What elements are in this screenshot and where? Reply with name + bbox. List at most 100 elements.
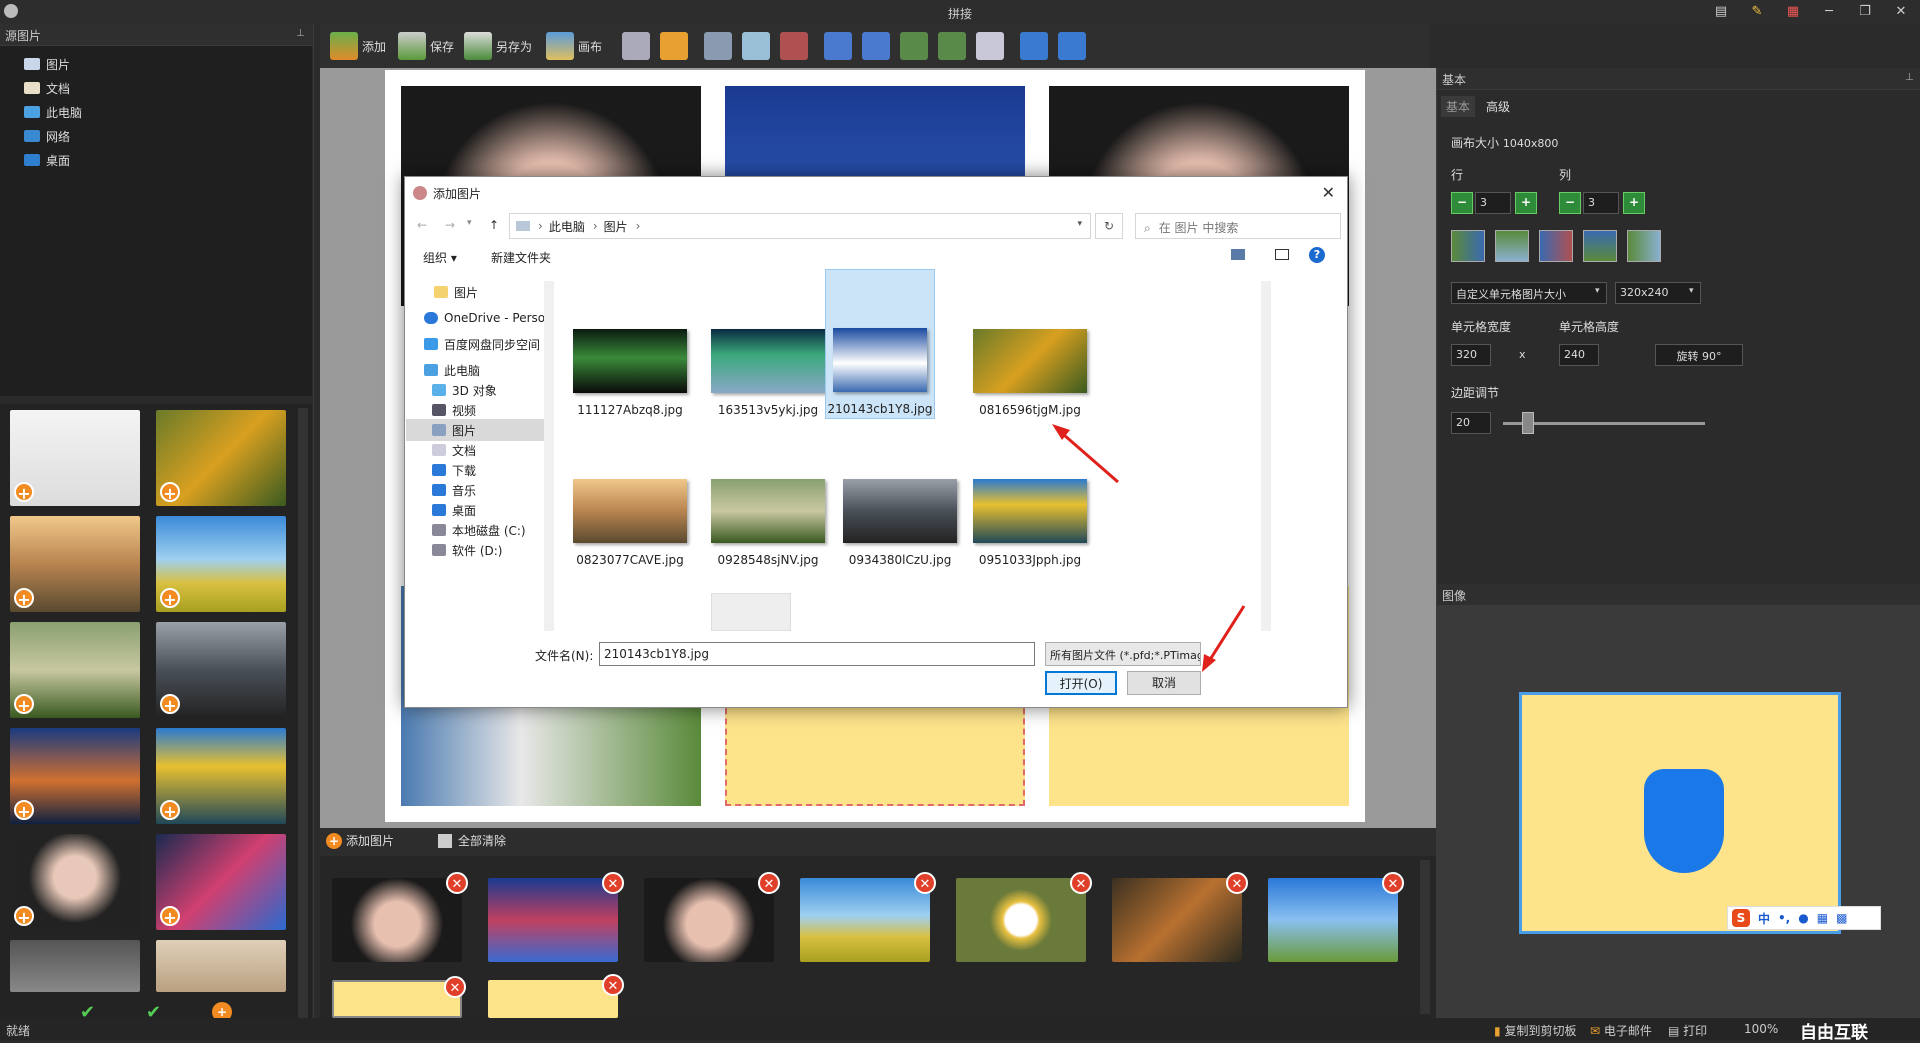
- remove-icon[interactable]: ✕: [444, 976, 466, 998]
- add-icon[interactable]: +: [160, 694, 180, 715]
- tree-item-documents[interactable]: 文档: [24, 78, 70, 98]
- rows-input[interactable]: 3: [1475, 192, 1511, 214]
- add-image-button[interactable]: + 添加图片: [326, 832, 394, 849]
- file-item[interactable]: 0816596tjgM.jpg: [963, 281, 1097, 421]
- strip-thumb[interactable]: ✕: [1112, 872, 1248, 962]
- add-icon[interactable]: +: [14, 906, 34, 927]
- file-scrollbar[interactable]: [1261, 281, 1271, 631]
- layout-preset-5[interactable]: [1627, 230, 1661, 262]
- source-thumb[interactable]: [156, 940, 286, 992]
- cols-minus-button[interactable]: −: [1559, 192, 1581, 214]
- clear-all-button[interactable]: 全部清除: [438, 832, 506, 849]
- help-icon[interactable]: ?: [1309, 247, 1325, 263]
- print-icon[interactable]: [622, 32, 650, 60]
- file-item[interactable]: 163513v5ykj.jpg: [701, 281, 835, 421]
- nav-item-selected[interactable]: 图片: [406, 419, 544, 441]
- add-icon[interactable]: +: [14, 800, 34, 821]
- save-as-button[interactable]: 另存为: [464, 28, 532, 64]
- strip-scrollbar[interactable]: [1420, 860, 1430, 1014]
- cut-icon[interactable]: [704, 32, 732, 60]
- strip-thumb-selected[interactable]: ✕: [332, 976, 466, 1018]
- cols-input[interactable]: 3: [1583, 192, 1619, 214]
- add-icon[interactable]: +: [14, 588, 34, 609]
- minimize-button[interactable]: ─: [1814, 2, 1844, 22]
- chevron-down-icon[interactable]: ▾: [1077, 219, 1082, 229]
- address-bar[interactable]: › 此电脑 › 图片 › ▾: [509, 213, 1091, 239]
- forward-icon[interactable]: →: [445, 218, 455, 232]
- rows-minus-button[interactable]: −: [1451, 192, 1473, 214]
- filetype-select[interactable]: 所有图片文件 (*.pfd;*.PTimag: [1045, 642, 1201, 666]
- file-item[interactable]: 0823077CAVE.jpg: [563, 431, 697, 571]
- source-thumb[interactable]: +: [156, 622, 286, 718]
- pen-icon[interactable]: ✎: [1742, 2, 1772, 22]
- zoom-out-icon[interactable]: [1058, 32, 1086, 60]
- tree-item-this-pc[interactable]: 此电脑: [24, 102, 82, 122]
- file-item[interactable]: 111127Abzq8.jpg: [563, 281, 697, 421]
- nav-item[interactable]: 此电脑: [424, 359, 560, 381]
- add-icon[interactable]: +: [160, 800, 180, 821]
- file-thumbnail-partial[interactable]: [711, 593, 791, 631]
- strip-thumb[interactable]: ✕: [956, 872, 1092, 962]
- breadcrumb-pc[interactable]: 此电脑: [549, 218, 585, 235]
- remove-icon[interactable]: ✕: [1226, 872, 1248, 894]
- cols-plus-button[interactable]: +: [1623, 192, 1645, 214]
- file-item[interactable]: 0928548sjNV.jpg: [701, 431, 835, 571]
- email-button[interactable]: ✉ 电子邮件: [1590, 1022, 1652, 1039]
- maximize-button[interactable]: ❐: [1850, 2, 1880, 22]
- remove-icon[interactable]: ✕: [602, 872, 624, 894]
- strip-thumb[interactable]: ✕: [644, 872, 780, 962]
- dialog-close-icon[interactable]: ✕: [1322, 183, 1335, 202]
- nav-item[interactable]: OneDrive - Perso: [424, 307, 560, 329]
- layout-preset-1[interactable]: [1451, 230, 1485, 262]
- flip-horizontal-icon[interactable]: [824, 32, 852, 60]
- remove-icon[interactable]: ✕: [446, 872, 468, 894]
- strip-thumb[interactable]: ✕: [488, 974, 624, 1018]
- canvas-button[interactable]: 画布: [546, 28, 602, 64]
- add-icon[interactable]: +: [160, 906, 180, 927]
- source-thumb[interactable]: +: [10, 622, 140, 718]
- fit-icon[interactable]: [976, 32, 1004, 60]
- file-item[interactable]: 0951033Jpph.jpg: [963, 431, 1097, 571]
- layout-icon[interactable]: ▤: [1706, 2, 1736, 22]
- pin-icon[interactable]: ⊥: [1905, 72, 1914, 83]
- add-icon[interactable]: +: [160, 588, 180, 609]
- palette-icon[interactable]: ▦: [1778, 2, 1808, 22]
- close-button[interactable]: ✕: [1886, 2, 1916, 22]
- source-thumb[interactable]: +: [10, 516, 140, 612]
- file-item[interactable]: 0934380lCzU.jpg: [833, 431, 967, 571]
- cell-height-input[interactable]: 240: [1559, 344, 1599, 366]
- layout-preset-2[interactable]: [1495, 230, 1529, 262]
- print-button[interactable]: ▤ 打印: [1668, 1022, 1707, 1039]
- search-input[interactable]: ⌕ 在 图片 中搜索: [1135, 213, 1341, 239]
- tree-item-pictures[interactable]: 图片: [24, 54, 70, 74]
- save-button[interactable]: 保存: [398, 28, 454, 64]
- ime-toolbar[interactable]: S 中 •, ● ▦ ▩: [1727, 906, 1881, 930]
- remove-icon[interactable]: ✕: [1382, 872, 1404, 894]
- tab-advanced[interactable]: 高级: [1481, 96, 1515, 117]
- pin-icon[interactable]: ⊥: [296, 28, 305, 39]
- strip-thumb[interactable]: ✕: [332, 872, 468, 962]
- scrollbar[interactable]: [298, 408, 308, 1018]
- view-options-icon[interactable]: [1231, 249, 1245, 260]
- source-thumb[interactable]: +: [10, 410, 140, 506]
- source-thumb[interactable]: +: [156, 410, 286, 506]
- cancel-button[interactable]: 取消: [1127, 671, 1201, 695]
- back-icon[interactable]: ←: [417, 218, 427, 232]
- copy-clipboard-button[interactable]: ▮ 复制到剪切板: [1494, 1022, 1576, 1039]
- source-thumb[interactable]: +: [156, 834, 286, 930]
- breadcrumb-pictures[interactable]: 图片: [604, 218, 628, 235]
- nav-scrollbar[interactable]: [544, 281, 554, 631]
- filename-input[interactable]: 210143cb1Y8.jpg: [599, 642, 1035, 666]
- rows-plus-button[interactable]: +: [1515, 192, 1537, 214]
- rotate-right-icon[interactable]: [938, 32, 966, 60]
- email-icon[interactable]: [660, 32, 688, 60]
- file-item-selected[interactable]: 210143cb1Y8.jpg: [825, 269, 935, 419]
- add-button[interactable]: 添加: [330, 28, 386, 64]
- up-icon[interactable]: ↑: [489, 218, 499, 232]
- add-icon[interactable]: +: [160, 482, 180, 503]
- tree-item-desktop[interactable]: 桌面: [24, 150, 70, 170]
- rotate-left-icon[interactable]: [900, 32, 928, 60]
- remove-icon[interactable]: ✕: [914, 872, 936, 894]
- nav-item[interactable]: 百度网盘同步空间: [424, 333, 560, 355]
- organize-button[interactable]: 组织 ▾: [423, 249, 457, 266]
